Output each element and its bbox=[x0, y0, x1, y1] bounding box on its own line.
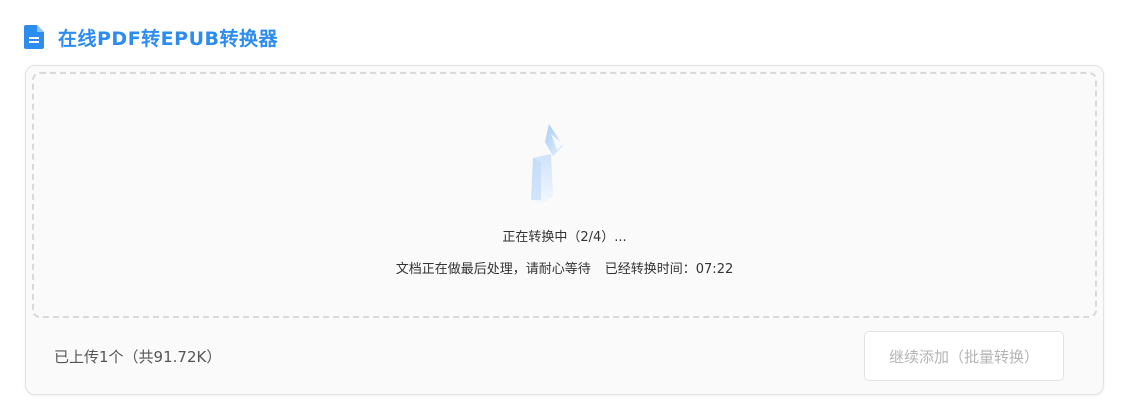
upload-dropzone[interactable]: 正在转换中（2/4）... 文档正在做最后处理，请耐心等待 已经转换时间：07:2… bbox=[32, 72, 1097, 318]
processing-note: 文档正在做最后处理，请耐心等待 bbox=[395, 262, 591, 277]
conversion-status-line: 文档正在做最后处理，请耐心等待 已经转换时间：07:22 bbox=[34, 258, 1095, 277]
continue-add-button[interactable]: 继续添加（批量转换） bbox=[864, 331, 1064, 381]
page-title: 在线PDF转EPUB转换器 bbox=[58, 27, 278, 50]
conversion-progress-text: 正在转换中（2/4）... bbox=[502, 230, 627, 245]
page-header: 在线PDF转EPUB转换器 bbox=[24, 22, 278, 52]
document-icon bbox=[24, 25, 44, 49]
elapsed-time: 已经转换时间：07:22 bbox=[604, 262, 734, 277]
converting-spinner-icon bbox=[523, 122, 573, 208]
converter-card: 正在转换中（2/4）... 文档正在做最后处理，请耐心等待 已经转换时间：07:2… bbox=[25, 65, 1104, 395]
converter-page: 在线PDF转EPUB转换器 正在转换中（2/4）... 文档正在做最后处理，请耐… bbox=[0, 0, 1135, 415]
upload-summary: 已上传1个（共91.72K） bbox=[54, 348, 222, 366]
